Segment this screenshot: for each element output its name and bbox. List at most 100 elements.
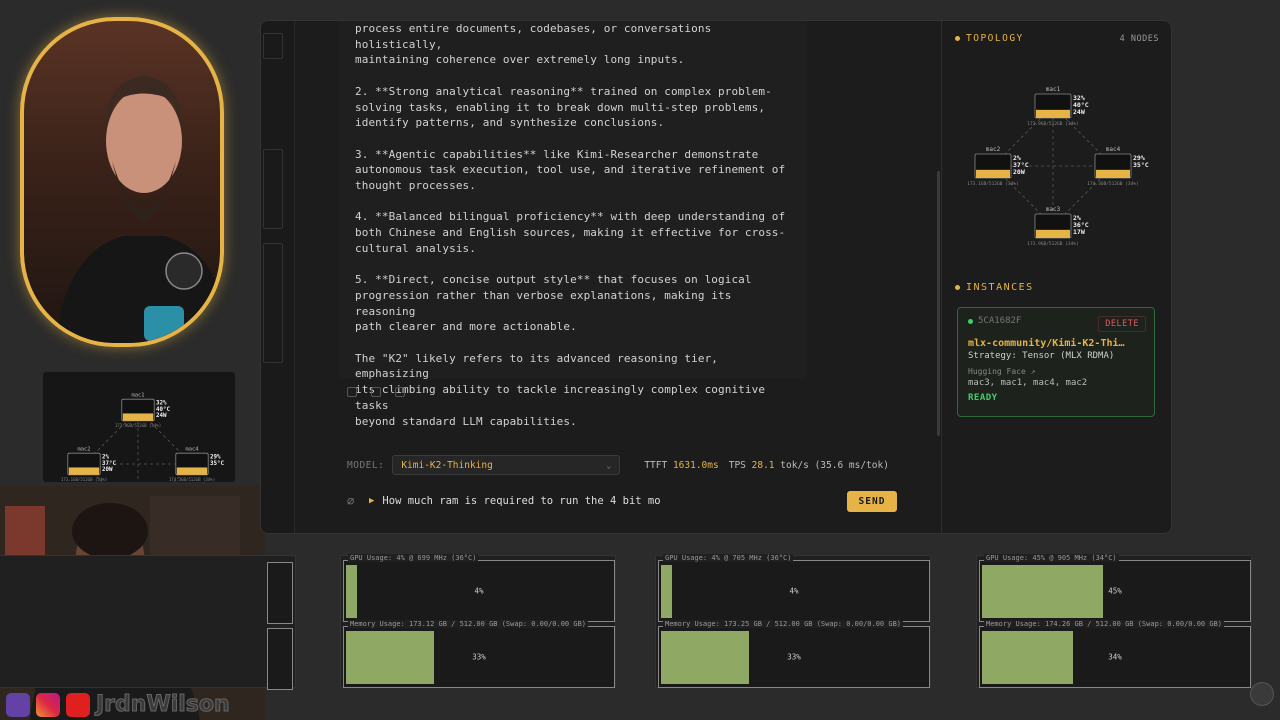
topology-title: TOPOLOGY (966, 33, 1024, 44)
exo-app-window: process entire documents, codebases, or … (260, 20, 1172, 534)
regenerate-icon[interactable] (371, 387, 381, 397)
gpu-panel: GPU Usage: 4% @ 705 MHz (36°C) 4% (658, 554, 930, 622)
rail-item[interactable] (263, 33, 283, 59)
memory-percent: 34% (1108, 652, 1122, 662)
node-stat: 20W (102, 467, 113, 473)
node-stat: 40°C (156, 407, 171, 413)
system-monitor-3: GPU Usage: 45% @ 905 MHz (34°C) 45% Memo… (976, 554, 1252, 688)
mini-topology-graph: mac132%40°C24W173.9GB/512GB (34%)mac22%3… (61, 393, 225, 482)
copy-icon[interactable] (347, 387, 357, 397)
memory-percent: 33% (787, 652, 801, 662)
ttft-label: TTFT (644, 459, 668, 471)
message-paragraph: 3. **Agentic capabilities** like Kimi-Re… (355, 147, 786, 192)
hugging-face-link[interactable]: Hugging Face ↗ (968, 367, 1144, 376)
node-memory-fill (68, 467, 100, 475)
gpu-panel: GPU Usage: 4% @ 699 MHz (36°C) 4% (343, 554, 615, 622)
instance-card[interactable]: 5CA1682F DELETE mlx-community/Kimi-K2-Th… (957, 307, 1155, 417)
memory-title: Memory Usage: 174.26 GB / 512.00 GB (Swa… (984, 620, 1225, 628)
rail-item[interactable] (263, 243, 283, 363)
instance-model-name: mlx-community/Kimi-K2-Thi… (968, 338, 1125, 349)
twitch-icon (6, 692, 30, 717)
message-actions (347, 387, 405, 397)
rail-item[interactable] (263, 149, 283, 229)
node-memory-fill (1036, 229, 1070, 238)
gpu-percent: 4% (474, 586, 484, 596)
gpu-title: GPU Usage: 4% @ 705 MHz (36°C) (663, 554, 794, 562)
node-memory-fill (122, 413, 154, 421)
channel-name: JrdnWilson (96, 692, 231, 718)
node-stat: 29% (210, 455, 221, 461)
model-select-value: Kimi-K2-Thinking (401, 459, 493, 471)
node-memory-label: 173.1GB/512GB (34%) (61, 477, 107, 482)
topology-graph: mac1 32% 40°C 24W 173.9GB/512GB (34%) mac2 2% 3… (943, 61, 1171, 251)
paperclip-icon[interactable]: ⌀ (347, 494, 365, 508)
chevron-down-icon: ⌄ (606, 460, 612, 470)
ttft-value: 1631.0ms (672, 459, 719, 471)
node-memory-fill (1096, 169, 1130, 178)
instances-dot-icon (955, 285, 960, 290)
topology-dot-icon (955, 36, 960, 41)
node-count: 4 NODES (1119, 34, 1159, 44)
chat-pane: process entire documents, codebases, or … (295, 21, 941, 533)
tps-unit: tok/s (35.6 ms/tok) (780, 459, 889, 471)
left-rail (261, 21, 295, 533)
ttft-metric: TTFT 1631.0ms (644, 460, 718, 471)
node-memory-label: 173.1GB/512GB (34%) (967, 181, 1018, 187)
chat-input[interactable] (382, 495, 839, 507)
node-stat: 24W (156, 413, 167, 419)
message-paragraph: process entire documents, codebases, or … (355, 22, 712, 67)
node-name: mac3 (1046, 206, 1061, 213)
topology-svg: mac132%40°C24W173.9GB/512GB (34%)mac22%3… (967, 86, 1148, 247)
node-memory-label: 174.3GB/512GB (34%) (1087, 181, 1138, 187)
gpu-percent: 4% (789, 586, 799, 596)
send-button[interactable]: SEND (847, 490, 897, 512)
gpu-panel: GPU Usage: 45% @ 905 MHz (34°C) 45% (979, 554, 1251, 622)
node-name: mac4 (1106, 146, 1121, 153)
memory-panel-partial (267, 628, 293, 690)
memory-title: Memory Usage: 173.12 GB / 512.00 GB (Swa… (348, 620, 589, 628)
right-pane: TOPOLOGY 4 NODES mac1 32% 40°C 24W 173.9GB/5… (943, 21, 1171, 533)
node-memory-label: 173.9GB/512GB (34%) (1027, 241, 1078, 247)
memory-title: Memory Usage: 173.25 GB / 512.00 GB (Swa… (663, 620, 904, 628)
pane-divider (941, 21, 942, 533)
node-stat: 24W (1073, 108, 1085, 116)
instagram-icon (36, 692, 60, 717)
system-monitor-partial (0, 555, 296, 690)
node-stat: 2% (102, 455, 110, 461)
tps-label: TPS (728, 459, 746, 471)
chat-scrollbar[interactable] (937, 171, 940, 436)
instance-status: READY (968, 393, 998, 403)
memory-panel: Memory Usage: 173.12 GB / 512.00 GB (Swa… (343, 620, 615, 688)
delete-button[interactable]: DELETE (1098, 316, 1146, 332)
gpu-title: GPU Usage: 4% @ 699 MHz (36°C) (348, 554, 479, 562)
message-paragraph: 5. **Direct, concise output style** that… (355, 273, 752, 334)
channel-logo-icon (1250, 682, 1274, 706)
trash-icon[interactable] (395, 387, 405, 397)
node-memory-label: 173.9GB/512GB (34%) (1027, 121, 1078, 127)
model-select[interactable]: Kimi-K2-Thinking ⌄ (392, 455, 621, 475)
youtube-icon (66, 692, 90, 717)
topology-header: TOPOLOGY (955, 33, 1024, 44)
node-stat: 20W (1013, 168, 1025, 176)
system-monitor-1: GPU Usage: 4% @ 699 MHz (36°C) 4% Memory… (340, 554, 616, 688)
node-stat: 32% (156, 401, 167, 407)
host-silhouette (54, 76, 220, 343)
node-name: mac2 (78, 447, 91, 453)
instance-strategy: Strategy: Tensor (MLX RDMA) (968, 351, 1115, 361)
node-memory-fill (176, 467, 208, 475)
tps-metric: TPS 28.1 tok/s (35.6 ms/tok) (729, 460, 889, 471)
status-dot-icon (968, 318, 973, 324)
model-label: MODEL: (347, 459, 385, 471)
node-memory-label: 174.3GB/512GB (34%) (169, 477, 215, 482)
memory-panel: Memory Usage: 174.26 GB / 512.00 GB (Swa… (979, 620, 1251, 688)
assistant-message: process entire documents, codebases, or … (339, 21, 807, 428)
node-stat: 17W (1073, 228, 1085, 236)
mini-topology-overlay: mac1 32% 40°C 24W 173.9GB/512GB (34%) mac2 2% 3… (42, 371, 236, 483)
node-name: mac4 (186, 447, 199, 453)
prompt-arrow-icon: ▶ (369, 496, 375, 506)
message-paragraph: 4. **Balanced bilingual proficiency** wi… (355, 210, 786, 255)
memory-panel: Memory Usage: 173.25 GB / 512.00 GB (Swa… (658, 620, 930, 688)
instance-nodes: mac3, mac1, mac4, mac2 (968, 378, 1088, 388)
metrics: TTFT 1631.0ms TPS 28.1 tok/s (35.6 ms/to… (644, 460, 889, 471)
message-paragraph: 2. **Strong analytical reasoning** train… (355, 84, 772, 130)
